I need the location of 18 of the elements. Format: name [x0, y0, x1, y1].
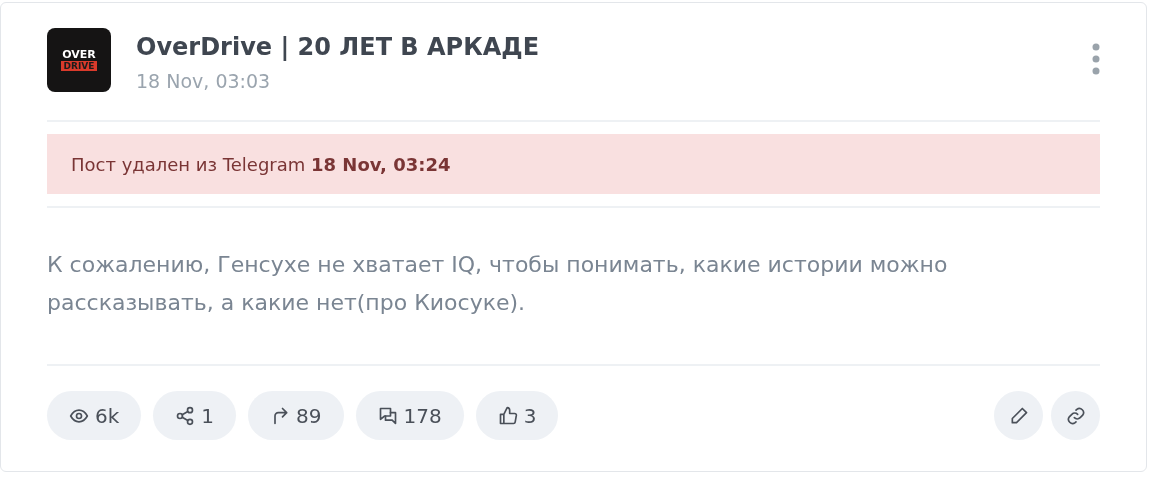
forwards-stat[interactable]: 89	[248, 391, 344, 440]
deleted-notice: Пост удален из Telegram 18 Nov, 03:24	[47, 134, 1100, 194]
comments-stat[interactable]: 178	[355, 391, 464, 440]
chat-bubbles-icon	[377, 405, 398, 426]
share-icon	[175, 405, 196, 426]
link-button[interactable]	[1051, 391, 1100, 440]
views-stat[interactable]: 6k	[47, 391, 142, 440]
post-text: К сожалению, Генсухе не хватает IQ, чтобы понимать, какие истории можно рассказывать, а какие нет(про Киосуке).	[47, 251, 949, 317]
logo-text: OVER	[62, 49, 96, 60]
link-icon	[1065, 405, 1086, 426]
likes-stat[interactable]: 3	[475, 391, 559, 440]
edit-button[interactable]	[994, 391, 1043, 440]
shares-stat[interactable]: 1	[153, 391, 237, 440]
more-menu-icon[interactable]	[1092, 43, 1100, 75]
post-date: 18 Nov, 03:03	[136, 69, 272, 94]
logo-badge: DRIVE	[60, 61, 98, 71]
thumbs-up-icon	[497, 405, 518, 426]
channel-name[interactable]: OverDrive | 20 ЛЕТ В АРКАДЕ	[136, 30, 1092, 64]
